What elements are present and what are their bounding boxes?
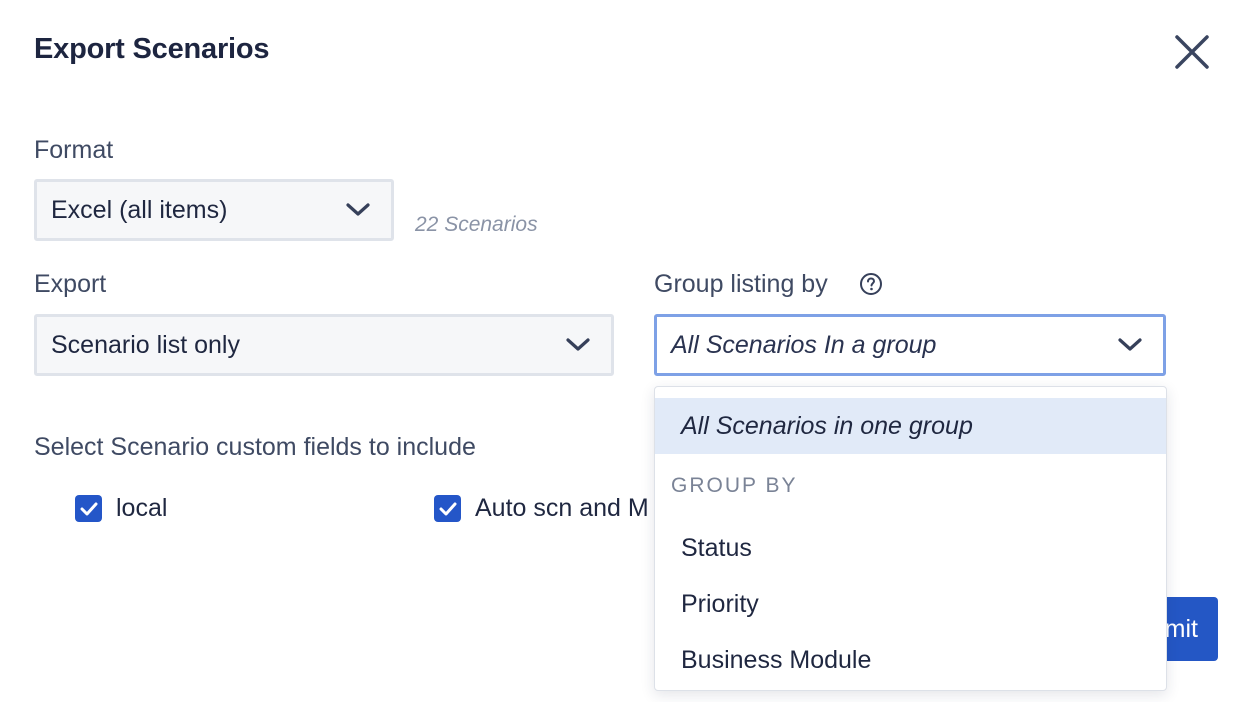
format-value: Excel (all items) (51, 195, 228, 224)
export-value: Scenario list only (51, 330, 240, 359)
check-icon (80, 502, 97, 515)
chevron-down-icon (1118, 338, 1142, 351)
group-listing-select[interactable]: All Scenarios In a group (654, 314, 1166, 376)
dialog-title: Export Scenarios (34, 33, 270, 65)
custom-field-label: local (116, 494, 168, 522)
export-label: Export (34, 270, 107, 298)
dropdown-option-one-group[interactable]: All Scenarios in one group (655, 398, 1166, 454)
check-icon (439, 502, 456, 515)
chevron-down-icon (566, 338, 590, 351)
chevron-down-icon (346, 203, 370, 216)
checkbox-checked[interactable] (434, 495, 461, 522)
format-label: Format (34, 136, 114, 164)
submit-label: mit (1164, 614, 1198, 643)
dropdown-option-priority[interactable]: Priority (655, 577, 1166, 631)
dropdown-option-label: Business Module (681, 645, 872, 674)
group-listing-value: All Scenarios In a group (671, 330, 937, 359)
dropdown-option-business-module[interactable]: Business Module (655, 633, 1166, 687)
custom-fields-label: Select Scenario custom fields to include (34, 433, 476, 461)
custom-field-label: Auto scn and M (475, 494, 649, 522)
checkbox-checked[interactable] (75, 495, 102, 522)
dropdown-option-label: All Scenarios in one group (681, 411, 973, 440)
dropdown-option-label: Status (681, 533, 752, 562)
dropdown-group-header: GROUP BY (671, 474, 798, 497)
dropdown-option-status[interactable]: Status (655, 521, 1166, 575)
export-select[interactable]: Scenario list only (34, 314, 614, 376)
format-select[interactable]: Excel (all items) (34, 179, 394, 241)
help-icon[interactable] (859, 272, 883, 296)
custom-field-auto-scn[interactable]: Auto scn and M (434, 494, 649, 523)
group-listing-label: Group listing by (654, 270, 828, 298)
close-icon[interactable] (1172, 32, 1212, 72)
scenario-count: 22 Scenarios (415, 213, 538, 236)
dropdown-option-label: Priority (681, 589, 759, 618)
custom-field-local[interactable]: local (75, 494, 167, 523)
group-listing-dropdown: All Scenarios in one group GROUP BY Stat… (654, 386, 1167, 691)
